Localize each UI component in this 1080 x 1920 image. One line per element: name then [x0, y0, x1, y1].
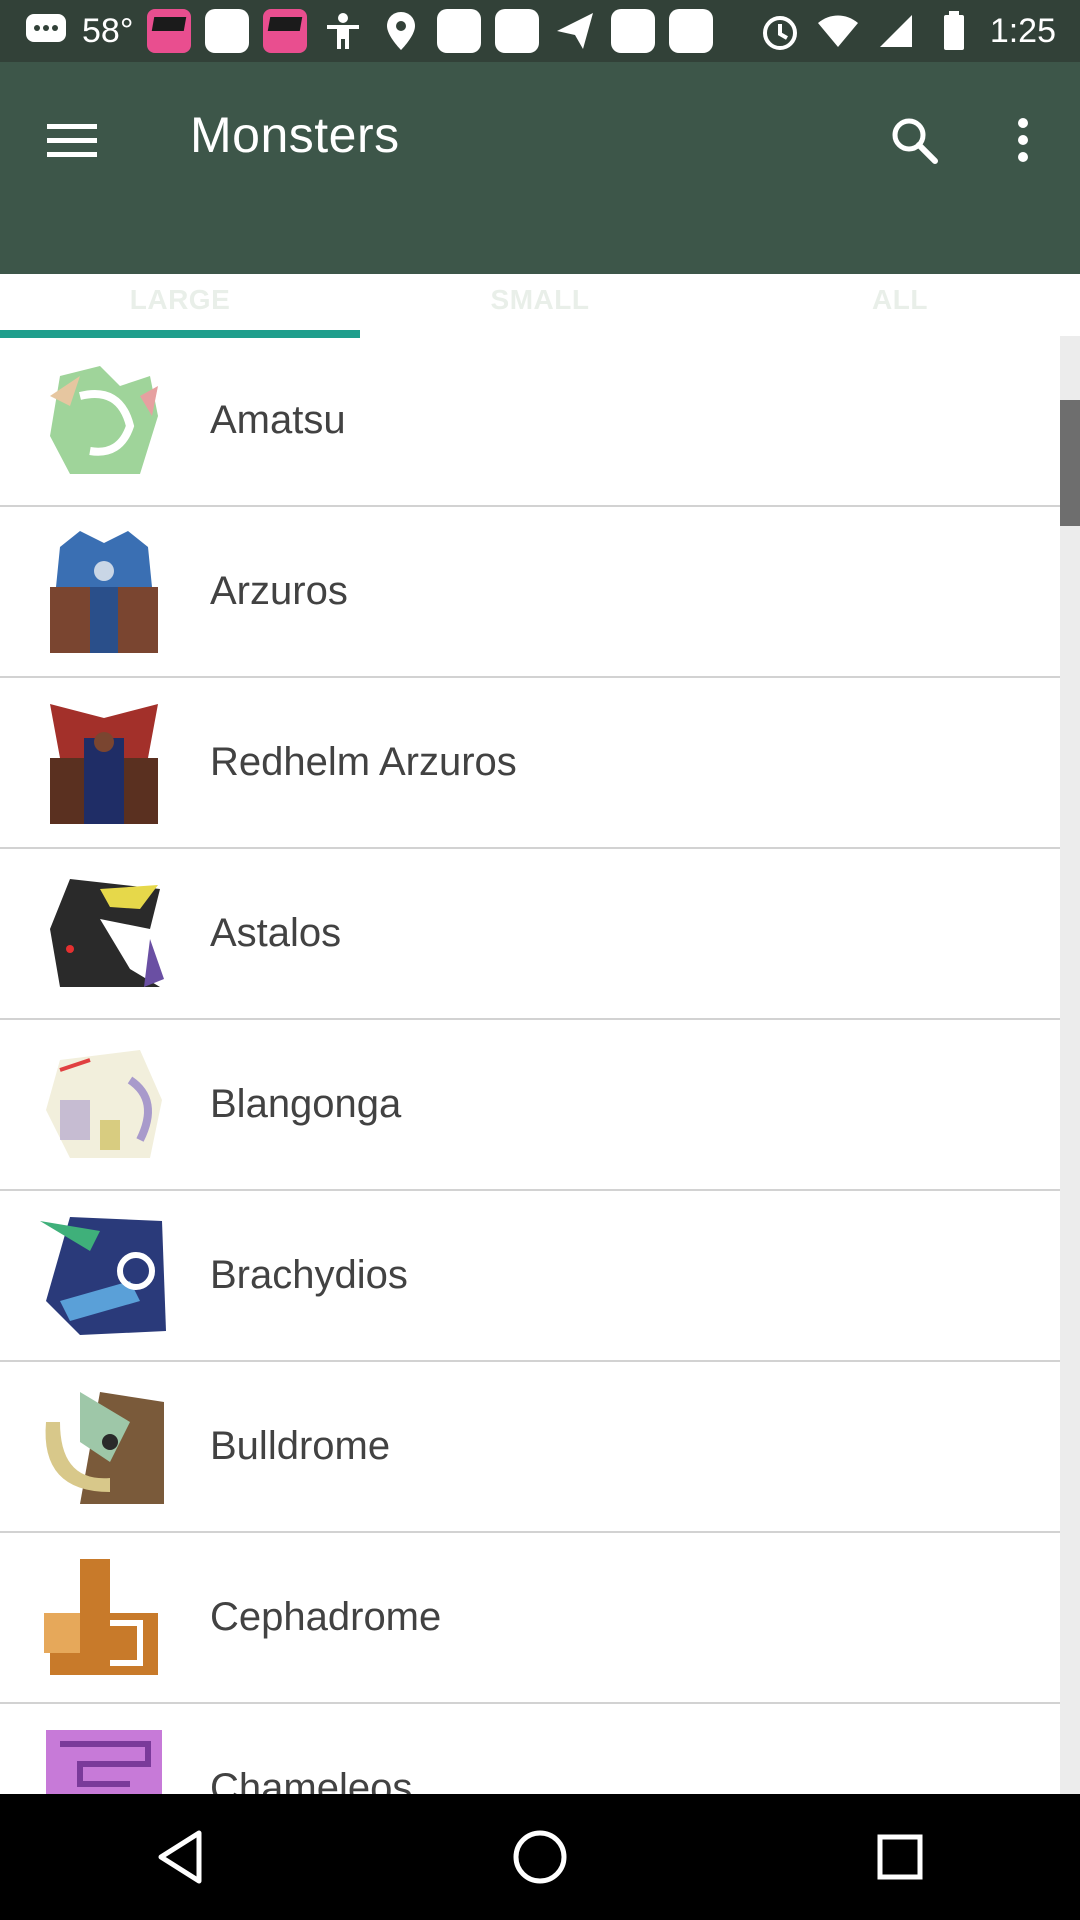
chameleos-icon — [40, 1724, 168, 1794]
tab-bar: LARGE SMALL ALL — [0, 272, 1080, 338]
alarm-icon — [758, 9, 802, 53]
recents-icon[interactable] — [860, 1817, 940, 1897]
wifi-icon — [816, 9, 860, 53]
scrollbar-thumb[interactable] — [1060, 400, 1080, 526]
scrollbar-track[interactable] — [1060, 336, 1080, 1794]
monster-name: Chameleos — [210, 1766, 413, 1794]
monster-name: Arzuros — [210, 569, 348, 613]
clock: 1:25 — [989, 11, 1056, 50]
square-app-icon — [669, 9, 714, 53]
list-item-arzuros[interactable]: Arzuros — [0, 507, 1060, 678]
monster-name: Astalos — [210, 911, 342, 955]
list-item-astalos[interactable]: Astalos — [0, 849, 1060, 1020]
monster-name: Redhelm Arzuros — [210, 740, 517, 784]
temperature: 58° — [82, 11, 134, 50]
page-title: Monsters — [190, 107, 400, 163]
blangonga-icon — [40, 1040, 168, 1168]
more-options-icon[interactable] — [1000, 110, 1046, 170]
list-item-bulldrome[interactable]: Bulldrome — [0, 1362, 1060, 1533]
send-icon — [553, 9, 597, 53]
monster-name: Bulldrome — [210, 1424, 391, 1468]
list-item-chameleos[interactable]: Chameleos — [0, 1704, 1060, 1794]
tab-all[interactable]: ALL — [720, 272, 1080, 336]
redhelm-arzuros-icon — [40, 698, 168, 826]
accessibility-icon — [321, 9, 365, 53]
list-item-blangonga[interactable]: Blangonga — [0, 1020, 1060, 1191]
brachydios-icon — [40, 1211, 168, 1339]
back-icon[interactable] — [140, 1817, 220, 1897]
astalos-icon — [40, 869, 168, 997]
list-item-brachydios[interactable]: Brachydios — [0, 1191, 1060, 1362]
home-icon[interactable] — [500, 1817, 580, 1897]
app-bar: Monsters LARGE SMALL ALL — [0, 62, 1080, 338]
cephadrome-icon — [40, 1553, 168, 1681]
monster-name: Blangonga — [210, 1082, 402, 1126]
search-icon[interactable] — [884, 110, 944, 170]
monster-list: Amatsu Arzuros Redhelm Arzuros Astalos B… — [0, 336, 1060, 1794]
pop-app-icon — [147, 9, 192, 53]
pop-app-icon — [263, 9, 308, 53]
messages-icon — [24, 9, 68, 53]
list-item-cephadrome[interactable]: Cephadrome — [0, 1533, 1060, 1704]
amatsu-icon — [40, 356, 168, 484]
tab-large[interactable]: LARGE — [0, 272, 360, 338]
system-nav-bar — [0, 1794, 1080, 1920]
arzuros-icon — [40, 527, 168, 655]
list-item-redhelm-arzuros[interactable]: Redhelm Arzuros — [0, 678, 1060, 849]
list-item-amatsu[interactable]: Amatsu — [0, 336, 1060, 507]
square-app-icon — [611, 9, 656, 53]
status-bar: 58° 1:25 — [0, 0, 1080, 62]
square-app-icon — [205, 9, 250, 53]
bulldrome-icon — [40, 1382, 168, 1510]
tab-small[interactable]: SMALL — [360, 272, 720, 336]
square-app-icon — [437, 9, 482, 53]
monster-name: Cephadrome — [210, 1595, 442, 1639]
battery-icon — [932, 9, 976, 53]
menu-icon[interactable] — [44, 112, 100, 168]
monster-name: Brachydios — [210, 1253, 408, 1297]
location-icon — [379, 9, 423, 53]
square-app-icon — [495, 9, 540, 53]
signal-icon — [874, 9, 918, 53]
monster-name: Amatsu — [210, 398, 346, 442]
